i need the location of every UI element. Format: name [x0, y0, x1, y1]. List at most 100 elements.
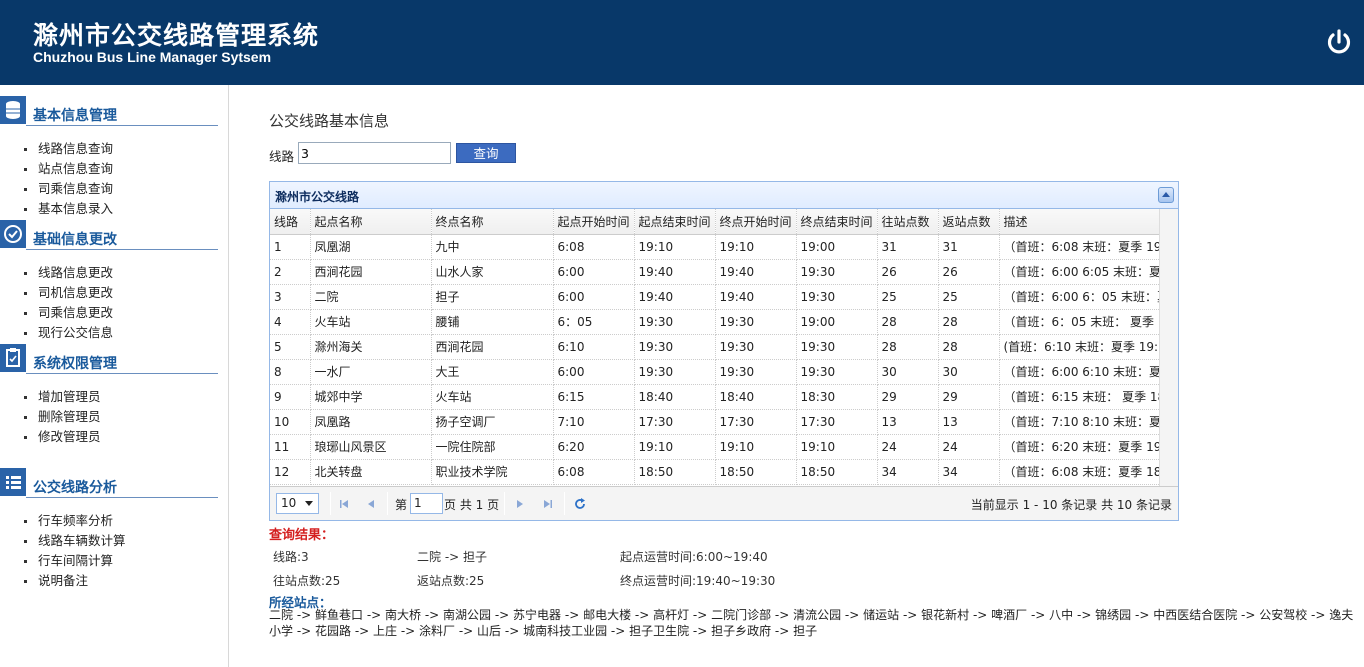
next-page-icon[interactable]: [513, 497, 527, 511]
sidebar-item-current-bus-info[interactable]: 现行公交信息: [24, 323, 113, 343]
sidebar-item-delete-admin[interactable]: 删除管理员: [24, 407, 101, 427]
table-cell: 13: [877, 409, 939, 435]
table-cell: 6:08: [553, 459, 635, 485]
power-icon[interactable]: [1322, 25, 1356, 59]
sidebar-item-basic-entry[interactable]: 基本信息录入: [24, 199, 113, 219]
table-cell: 31: [877, 234, 939, 260]
result-start-time: 起点运营时间:6:00~19:40: [620, 550, 768, 564]
table-cell: 19:30: [796, 334, 878, 360]
table-cell: 4: [270, 309, 311, 335]
page-title: 公交线路基本信息: [269, 112, 390, 130]
table-cell: 一院住院部: [431, 434, 554, 460]
table-cell: 12: [270, 459, 311, 485]
table-cell: 西涧花园: [431, 334, 554, 360]
table-cell: 19:30: [715, 309, 797, 335]
result-title: 查询结果：: [269, 528, 335, 543]
table-cell: 28: [938, 334, 1000, 360]
sidebar-item-crew-query[interactable]: 司乘信息查询: [24, 179, 113, 199]
table-cell: （首班：6:00 6:05 末班：夏季: [999, 259, 1161, 285]
table-cell: 18:40: [715, 384, 797, 410]
grid-title: 滁州市公交线路: [275, 190, 360, 204]
table-row[interactable]: 11 琅琊山风景区 一院住院部 6:20 19:10 19:10 19:10 24 24 （首班：…: [270, 434, 1161, 460]
last-page-icon[interactable]: [541, 497, 555, 511]
table-row[interactable]: 8 一水厂 大王 6:00 19:30 19:30 19:30 30 30 （首班：6:00 6:…: [270, 359, 1161, 385]
app-header: 滁州市公交线路管理系统 Chuzhou Bus Line Manager Syt…: [0, 0, 1364, 85]
table-cell: 19:40: [715, 284, 797, 310]
table-cell: 28: [877, 334, 939, 360]
column-header[interactable]: 起点名称: [310, 209, 432, 235]
table-cell: 3: [270, 284, 311, 310]
table-row[interactable]: 4 火车站 腰铺 6：05 19:30 19:30 19:00 28 28 （首班：6：05 末班…: [270, 309, 1161, 335]
table-cell: 19:30: [796, 259, 878, 285]
sidebar-item-driver-update[interactable]: 司机信息更改: [24, 283, 113, 303]
column-header[interactable]: 线路: [270, 209, 311, 235]
sidebar-item-interval-calc[interactable]: 行车间隔计算: [24, 551, 126, 571]
grid-body: 线路 起点名称 终点名称 起点开始时间 起点结束时间 终点开始时间 终点结束时间 往站点数 返站…: [270, 209, 1178, 486]
table-cell: 19:30: [715, 334, 797, 360]
app-subtitle: Chuzhou Bus Line Manager Sytsem: [33, 49, 272, 65]
column-header[interactable]: 终点名称: [431, 209, 554, 235]
clipboard-icon: [0, 344, 26, 372]
sidebar: 基本信息管理 线路信息查询 站点信息查询 司乘信息查询 基本信息录入 基础信息更…: [0, 85, 229, 667]
column-header[interactable]: 描述: [999, 209, 1161, 235]
column-header[interactable]: 返站点数: [938, 209, 1000, 235]
table-row[interactable]: 12 北关转盘 职业技术学院 6:08 18:50 18:50 18:50 34 34 （首班：6…: [270, 459, 1161, 485]
sidebar-item-line-update[interactable]: 线路信息更改: [24, 263, 113, 283]
table-cell: 7:10: [553, 409, 635, 435]
table-cell: 琅琊山风景区: [310, 434, 432, 460]
divider: [26, 249, 218, 250]
table-row[interactable]: 9 城郊中学 火车站 6:15 18:40 18:40 18:30 29 29 （首班：6:15 …: [270, 384, 1161, 410]
table-cell: 13: [938, 409, 1000, 435]
table-cell: 19:30: [634, 334, 716, 360]
table-row[interactable]: 2 西涧花园 山水人家 6:00 19:40 19:40 19:30 26 26 （首班：6:00…: [270, 259, 1161, 285]
page-size-select[interactable]: 10: [276, 493, 319, 514]
sidebar-item-notes[interactable]: 说明备注: [24, 571, 126, 591]
table-cell: （首班：7:10 8:10 末班：夏季: [999, 409, 1161, 435]
column-header[interactable]: 往站点数: [877, 209, 939, 235]
sidebar-item-frequency-analysis[interactable]: 行车频率分析: [24, 511, 126, 531]
table-row[interactable]: 5 滁州海关 西涧花园 6:10 19:30 19:30 19:30 28 28 (首班：6:10…: [270, 334, 1161, 360]
page-number-input[interactable]: 1: [410, 493, 443, 514]
table-cell: 17:30: [796, 409, 878, 435]
table-cell: 18:50: [796, 459, 878, 485]
table-cell: 30: [938, 359, 1000, 385]
column-header[interactable]: 起点开始时间: [553, 209, 635, 235]
first-page-icon[interactable]: [337, 497, 351, 511]
prev-page-icon[interactable]: [364, 497, 378, 511]
query-button[interactable]: 查询: [456, 143, 516, 163]
sidebar-item-edit-admin[interactable]: 修改管理员: [24, 427, 101, 447]
table-cell: 8: [270, 359, 311, 385]
table-cell: 北关转盘: [310, 459, 432, 485]
table-cell: 29: [877, 384, 939, 410]
result-forward-stops: 往站点数:25: [273, 574, 341, 588]
table-cell: 19:30: [715, 359, 797, 385]
table-cell: 火车站: [310, 309, 432, 335]
table-cell: 西涧花园: [310, 259, 432, 285]
sidebar-item-line-query[interactable]: 线路信息查询: [24, 139, 113, 159]
sidebar-item-add-admin[interactable]: 增加管理员: [24, 387, 101, 407]
collapse-icon[interactable]: [1158, 187, 1174, 203]
line-search-input[interactable]: [298, 142, 451, 164]
table-cell: 19:30: [634, 359, 716, 385]
table-cell: 9: [270, 384, 311, 410]
check-circle-icon: [0, 220, 26, 248]
column-header[interactable]: 终点开始时间: [715, 209, 797, 235]
table-row[interactable]: 3 二院 担子 6:00 19:40 19:40 19:30 25 25 （首班：6:00 6：0…: [270, 284, 1161, 310]
sidebar-item-crew-update[interactable]: 司乘信息更改: [24, 303, 113, 323]
table-cell: 扬子空调厂: [431, 409, 554, 435]
bus-line-table: 线路 起点名称 终点名称 起点开始时间 起点结束时间 终点开始时间 终点结束时间 往站点数 返站…: [270, 209, 1161, 485]
divider: [387, 492, 388, 515]
table-cell: 19:00: [796, 309, 878, 335]
sidebar-item-stop-query[interactable]: 站点信息查询: [24, 159, 113, 179]
refresh-icon[interactable]: [573, 497, 587, 511]
sidebar-item-vehicle-count[interactable]: 线路车辆数计算: [24, 531, 126, 551]
table-cell: 18:50: [715, 459, 797, 485]
divider: [26, 373, 218, 374]
table-row[interactable]: 10 凤凰路 扬子空调厂 7:10 17:30 17:30 17:30 13 13 （首班：7:1…: [270, 409, 1161, 435]
table-row[interactable]: 1 凤凰湖 九中 6:08 19:10 19:10 19:00 31 31 （首班：6:08 末班…: [270, 234, 1161, 260]
column-header[interactable]: 终点结束时间: [796, 209, 878, 235]
table-cell: 滁州海关: [310, 334, 432, 360]
table-cell: 28: [877, 309, 939, 335]
vertical-scrollbar[interactable]: [1159, 209, 1178, 486]
column-header[interactable]: 起点结束时间: [634, 209, 716, 235]
